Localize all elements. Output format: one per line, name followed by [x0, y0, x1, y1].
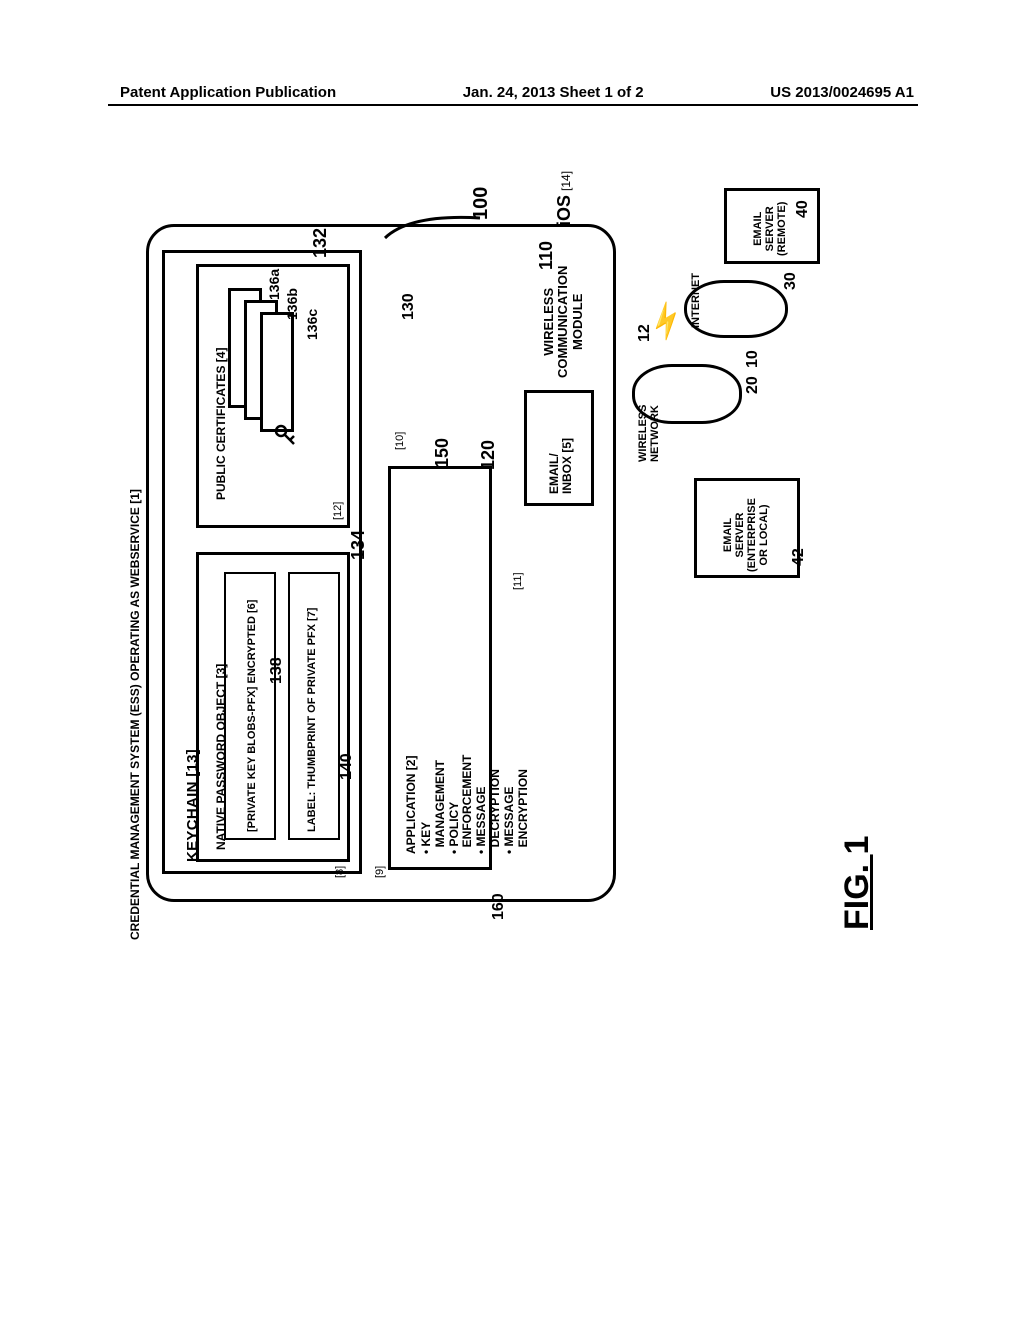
figure-label: FIG. 1 [838, 836, 877, 930]
wireless-comm-module: WIRELESS COMMUNICATION MODULE [542, 266, 585, 378]
ref-132: 132 [310, 228, 331, 258]
private-key-blobs-title: [PRIVATE KEY BLOBS-PFX] ENCRYPTED [6] [246, 600, 258, 832]
ref-130: 130 [400, 293, 418, 320]
ref-150: 150 [432, 438, 453, 468]
ref-110: 110 [536, 241, 557, 270]
ref-136c: 136c [304, 309, 320, 340]
marker-9: [9] [374, 866, 386, 878]
figure-number: 1 [838, 836, 876, 855]
ref-160: 160 [490, 893, 508, 920]
key-icon [274, 424, 296, 446]
header-rule [108, 104, 918, 106]
ref-30: 30 [782, 272, 800, 290]
ess-label: CREDENTIAL MANAGEMENT SYSTEM (ESS) OPERA… [128, 489, 142, 940]
marker-10: [10] [394, 432, 406, 450]
email-server-remote-title: EMAIL SERVER (REMOTE) [752, 202, 788, 256]
ref-136a: 136a [266, 269, 282, 300]
ref-100: 100 [470, 187, 493, 220]
ref-20: 20 [744, 376, 762, 394]
ref-12: 12 [636, 324, 654, 342]
wireless-network-label: WIRELESS NETWORK [638, 405, 661, 462]
internet-label: INTERNET [690, 273, 702, 328]
application-title: APPLICATION [2] [404, 756, 418, 854]
ref-140: 140 [338, 753, 356, 780]
thumbprint-label-title: LABEL: THUMBPRINT OF PRIVATE PFX [7] [306, 608, 318, 832]
os-label: iOS [14] [554, 171, 575, 226]
ref-10: 10 [744, 350, 762, 368]
header-right: US 2013/0024695 A1 [770, 84, 914, 101]
ref-120: 120 [478, 440, 499, 470]
header-mid: Jan. 24, 2013 Sheet 1 of 2 [463, 84, 644, 101]
ref-40: 40 [794, 200, 812, 218]
public-certificates-title: PUBLIC CERTIFICATES [4] [214, 348, 228, 500]
email-server-local-title: EMAIL SERVER (ENTERPRISE OR LOCAL) [722, 498, 770, 572]
ref-138: 138 [268, 657, 286, 684]
os-label-text: iOS [554, 195, 575, 226]
header-left: Patent Application Publication [120, 84, 336, 101]
ref-134: 134 [348, 530, 369, 560]
ref-42: 42 [790, 548, 808, 566]
figure-prefix: FIG. [838, 854, 876, 930]
email-inbox-title: EMAIL/ INBOX [5] [548, 438, 574, 494]
marker-11: [11] [512, 572, 524, 590]
marker-12: [12] [332, 502, 344, 520]
page-header: Patent Application Publication Jan. 24, … [0, 84, 1024, 101]
os-label-bracket: [14] [559, 171, 573, 191]
certificate-icon [260, 312, 294, 432]
ref-136b: 136b [284, 288, 300, 320]
marker-8: [8] [334, 866, 346, 878]
page: Patent Application Publication Jan. 24, … [0, 0, 1024, 1320]
application-bullets: • KEY MANAGEMENT • POLICY ENFORCEMENT • … [420, 755, 530, 854]
